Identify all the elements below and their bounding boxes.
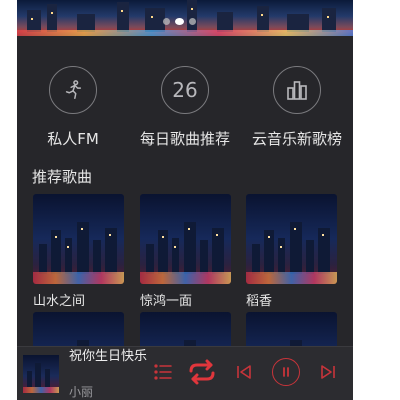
chart-bars-icon [273, 66, 321, 114]
next-icon[interactable] [315, 359, 341, 385]
pause-icon[interactable] [272, 358, 300, 386]
song-cover [246, 194, 337, 284]
section-title: 推荐歌曲 [32, 168, 93, 186]
song-title: 稻香 [246, 294, 273, 309]
repeat-icon[interactable] [185, 359, 219, 385]
banner-carousel[interactable] [17, 0, 353, 36]
entry-daily-recommend[interactable]: 26 每日歌曲推荐 [135, 66, 235, 149]
entry-label: 私人FM [47, 130, 99, 148]
song-cover [140, 194, 231, 284]
running-person-icon [49, 66, 97, 114]
carousel-dot[interactable] [163, 18, 170, 25]
previous-icon[interactable] [231, 359, 257, 385]
carousel-dot-active[interactable] [175, 18, 184, 25]
entry-new-song-chart[interactable]: 云音乐新歌榜 [247, 66, 347, 149]
song-card[interactable]: 稻香 [246, 194, 337, 309]
mini-player[interactable]: 祝你生日快乐 小丽 [17, 346, 353, 400]
carousel-indicator[interactable] [163, 18, 196, 25]
now-playing-title: 祝你生日快乐 [69, 349, 148, 364]
song-cover [33, 194, 124, 284]
entry-label: 云音乐新歌榜 [251, 130, 342, 148]
entry-personal-fm[interactable]: 私人FM [23, 66, 123, 149]
playlist-icon[interactable] [150, 359, 176, 385]
song-card[interactable]: 山水之间 [33, 194, 124, 309]
app-screen: 私人FM 26 每日歌曲推荐 云音乐新歌榜 推荐歌曲 山水之间 惊鸿一面 稻香 … [17, 0, 353, 400]
calendar-day-icon: 26 [161, 66, 209, 114]
calendar-day-number: 26 [172, 78, 198, 102]
album-art[interactable] [23, 355, 59, 393]
song-card[interactable]: 惊鸿一面 [140, 194, 231, 309]
song-title: 惊鸿一面 [140, 294, 193, 309]
song-title: 山水之间 [33, 294, 86, 309]
now-playing-artist: 小丽 [69, 385, 94, 399]
carousel-dot[interactable] [189, 18, 196, 25]
quick-entries: 私人FM 26 每日歌曲推荐 云音乐新歌榜 [17, 66, 353, 156]
entry-label: 每日歌曲推荐 [139, 130, 230, 148]
